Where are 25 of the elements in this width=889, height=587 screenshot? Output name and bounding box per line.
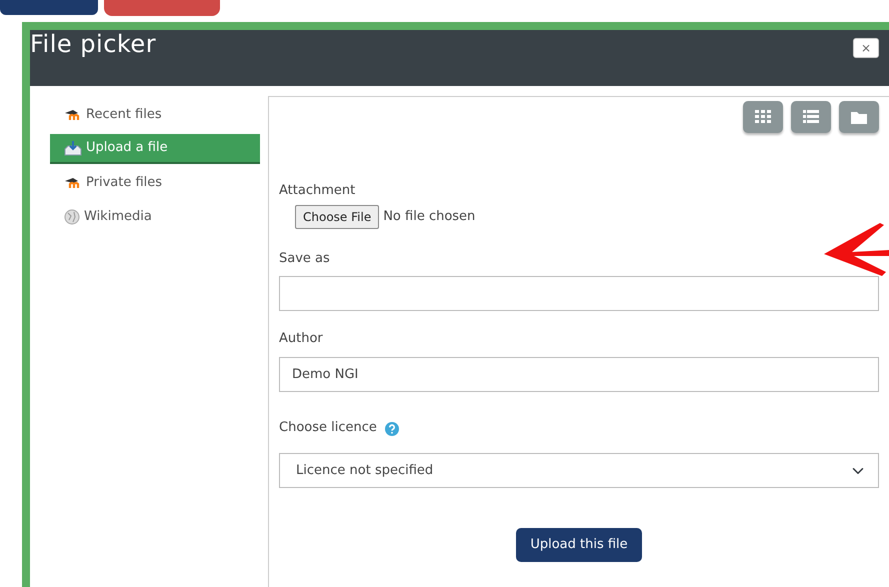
choose-file-button[interactable]: Choose File (295, 204, 380, 228)
upload-icon (64, 140, 82, 156)
field-label: Save as (279, 250, 331, 268)
licence-select[interactable]: Licence not specified (279, 453, 879, 488)
upload-button[interactable]: Upload this file (516, 528, 642, 562)
list-icon (803, 110, 819, 124)
file-status: No file chosen (383, 208, 476, 226)
folder-icon (851, 110, 867, 124)
dialog-title: File picker (30, 32, 156, 56)
grid-view-button[interactable] (743, 101, 783, 133)
author-field[interactable]: Demo NGI (279, 356, 879, 392)
sidebar-item[interactable]: Private files (50, 168, 260, 198)
save-as-field[interactable] (279, 276, 879, 311)
grid-icon (755, 110, 771, 124)
field-label: Author (279, 330, 324, 348)
close-button[interactable]: × (853, 38, 879, 58)
field-label: Choose licence (279, 418, 377, 436)
help-icon[interactable] (384, 422, 399, 436)
field-label: Attachment (279, 182, 356, 200)
globe-icon (64, 209, 80, 225)
sidebar-item[interactable]: Wikimedia (50, 202, 260, 232)
sidebar-item[interactable]: Recent files (50, 100, 260, 130)
folder-view-button[interactable] (839, 101, 879, 133)
list-view-button[interactable] (791, 101, 831, 133)
arrow-icon (822, 222, 889, 276)
